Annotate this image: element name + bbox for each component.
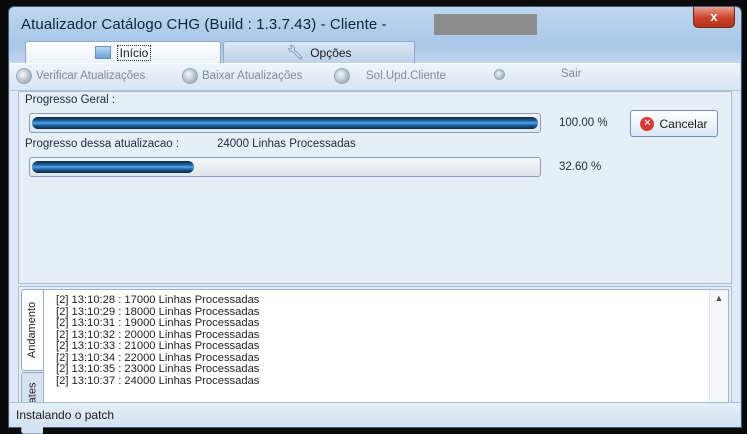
progresso-atual-detail: 24000 Linhas Processadas <box>217 138 356 150</box>
close-button[interactable]: x <box>693 7 735 28</box>
redacted-client-name <box>434 14 537 35</box>
sair-button[interactable]: Sair <box>490 68 581 80</box>
cancel-label: Cancelar <box>659 116 708 131</box>
current-progress-fill <box>32 161 195 173</box>
status-bar: Instalando o patch <box>10 402 740 427</box>
download-icon <box>182 68 198 84</box>
tab-inicio-label: Início <box>116 44 152 61</box>
tab-opcoes-label: Opções <box>310 45 352 60</box>
progresso-geral-label: Progresso Geral : <box>25 94 116 106</box>
title-bar[interactable]: Atualizador Catálogo CHG (Build : 1.3.7.… <box>9 7 741 41</box>
current-progress-percent: 32.60 % <box>559 161 602 173</box>
scroll-up-icon[interactable]: ▲ <box>710 293 728 303</box>
verificar-atualizacoes-button[interactable]: Verificar Atualizações <box>16 68 145 84</box>
status-text: Instalando o patch <box>16 408 115 422</box>
main-panel: Verificar Atualizações Baixar Atualizaçõ… <box>10 63 740 434</box>
log-textbox[interactable]: [2] 13:10:28 : 17000 Linhas Processadas … <box>43 289 729 426</box>
log-lines: [2] 13:10:28 : 17000 Linhas Processadas … <box>56 294 260 387</box>
window-title: Atualizador Catálogo CHG (Build : 1.3.7.… <box>21 16 387 33</box>
cancel-icon: ✕ <box>640 116 655 131</box>
log-panel: Andamento Updates [2] 13:10:28 : 17000 L… <box>18 286 732 434</box>
tab-andamento[interactable]: Andamento <box>21 289 43 371</box>
cancel-button[interactable]: ✕ Cancelar <box>630 110 718 137</box>
verificar-label: Verificar Atualizações <box>36 70 146 82</box>
image-icon <box>94 46 111 59</box>
sol-upd-label: Sol.Upd.Cliente <box>366 70 446 82</box>
log-line: [2] 13:10:31 : 19000 Linhas Processadas <box>56 317 260 329</box>
baixar-label: Baixar Atualizações <box>202 70 303 82</box>
log-line: [2] 13:10:33 : 21000 Linhas Processadas <box>56 340 260 352</box>
sair-label: Sair <box>561 68 582 80</box>
globe-icon <box>16 68 32 84</box>
log-line: [2] 13:10:35 : 23000 Linhas Processadas <box>56 363 260 375</box>
log-line: [2] 13:10:37 : 24000 Linhas Processadas <box>56 374 260 387</box>
client-update-icon <box>334 68 350 84</box>
tab-inicio[interactable]: Início <box>25 41 221 63</box>
wrench-icon: 🔧︎ <box>286 44 305 60</box>
exit-icon <box>494 68 505 80</box>
overall-progress-bar <box>29 113 541 133</box>
app-window: Atualizador Catálogo CHG (Build : 1.3.7.… <box>8 6 742 434</box>
baixar-atualizacoes-button[interactable]: Baixar Atualizações <box>182 68 302 84</box>
tab-andamento-label: Andamento <box>26 301 39 359</box>
log-scrollbar[interactable]: ▲ ▼ <box>709 290 728 426</box>
overall-progress-fill <box>32 117 538 129</box>
progress-panel: Progresso Geral : 100.00 % ✕ Cancelar Pr… <box>18 91 732 284</box>
log-line: [2] 13:10:28 : 17000 Linhas Processadas <box>56 294 260 306</box>
tab-opcoes[interactable]: 🔧︎ Opções <box>223 41 415 63</box>
toolbar: Verificar Atualizações Baixar Atualizaçõ… <box>10 63 740 91</box>
overall-progress-percent: 100.00 % <box>559 117 608 129</box>
current-progress-bar <box>29 157 541 177</box>
progresso-atual-label: Progresso dessa atualizacao : <box>25 138 180 150</box>
sol-upd-cliente-button[interactable]: Sol.Upd.Cliente <box>334 68 446 84</box>
